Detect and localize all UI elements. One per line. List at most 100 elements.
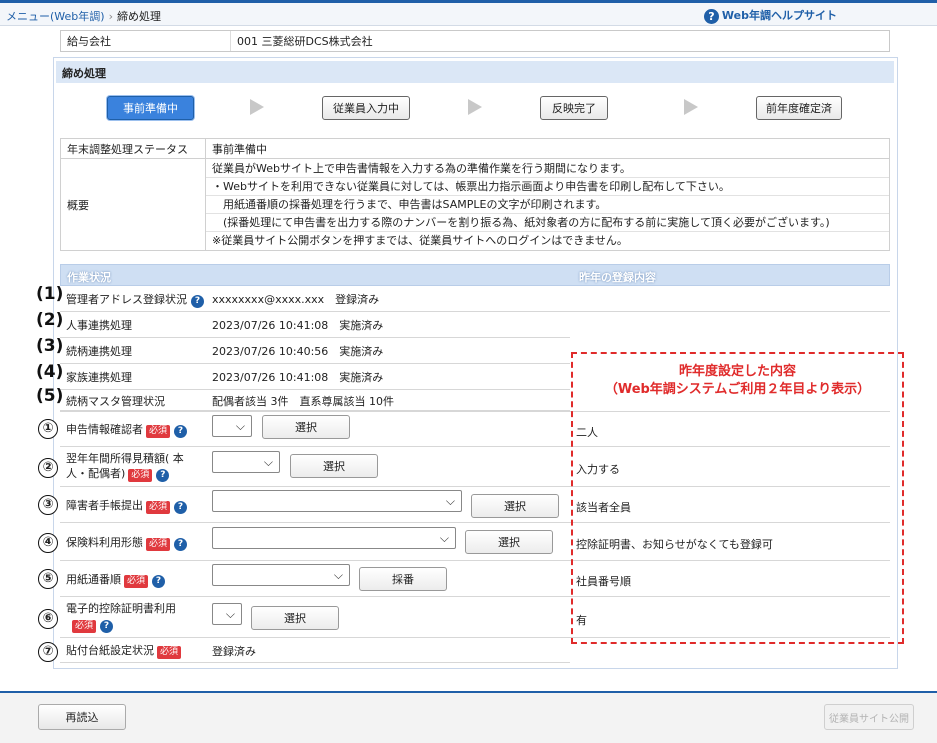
status-table: 年末調整処理ステータス 事前準備中 概要 従業員がWebサイト上で申告書情報を入… bbox=[60, 138, 890, 251]
row-number: (4) bbox=[36, 362, 64, 382]
required-badge: 必須 bbox=[128, 469, 153, 482]
company-value: 001 三菱総研DCS株式会社 bbox=[237, 35, 373, 48]
status-row: 家族連携処理 2023/07/26 10:41:08 実施済み bbox=[60, 365, 570, 390]
chevron-down-icon: ⌵ bbox=[439, 531, 449, 545]
step-preparing-button[interactable]: 事前準備中 bbox=[107, 96, 194, 120]
row-number: ① bbox=[38, 419, 58, 439]
step-reflected-button[interactable]: 反映完了 bbox=[540, 96, 608, 120]
disability-cert-select[interactable]: ⌵ bbox=[212, 490, 462, 512]
e-deduction-cert-select-button[interactable]: 選択 bbox=[251, 606, 339, 630]
work-status-title: 作業状況 bbox=[67, 271, 111, 284]
checker-select[interactable]: ⌵ bbox=[212, 415, 252, 437]
status-row-label: 家族連携処理 bbox=[66, 371, 132, 384]
required-badge: 必須 bbox=[124, 574, 149, 588]
chevron-down-icon: ⌵ bbox=[333, 568, 343, 582]
company-row: 給与会社 001 三菱総研DCS株式会社 bbox=[60, 30, 890, 52]
assign-number-button[interactable]: 採番 bbox=[359, 567, 447, 591]
row-number: ⑤ bbox=[38, 569, 58, 589]
chevron-down-icon: ⌵ bbox=[445, 494, 455, 508]
status-row-value: 2023/07/26 10:40:56 実施済み bbox=[212, 345, 384, 358]
work-status-header: 作業状況 昨年の登録内容 bbox=[60, 264, 890, 286]
breadcrumb-current: 締め処理 bbox=[116, 10, 161, 23]
row-number: ⑦ bbox=[38, 642, 58, 662]
breadcrumb-separator: › bbox=[108, 10, 113, 23]
row-number: ② bbox=[38, 458, 58, 478]
help-icon[interactable]: ? bbox=[174, 424, 188, 438]
prev-year-title: 昨年の登録内容 bbox=[579, 271, 656, 284]
callout-line-1: 昨年度設定した内容 bbox=[678, 364, 796, 379]
step-arrow-icon bbox=[250, 99, 264, 115]
insurance-usage-select[interactable]: ⌵ bbox=[212, 527, 456, 549]
step-arrow-icon bbox=[684, 99, 698, 115]
sheet-number-order-select[interactable]: ⌵ bbox=[212, 564, 350, 586]
overview-line: ※従業員サイト公開ボタンを押すまでは、従業員サイトへのログインはできません。 bbox=[212, 233, 628, 247]
help-icon[interactable]: ? bbox=[174, 537, 188, 551]
status-row: 管理者アドレス登録状況? xxxxxxxx@xxxx.xxx 登録済み bbox=[60, 287, 890, 312]
row-number: ④ bbox=[38, 533, 58, 553]
required-badge: 必須 bbox=[146, 537, 171, 551]
setting-row: 貼付台紙設定状況 必須 登録済み bbox=[60, 639, 570, 663]
help-icon[interactable]: ? bbox=[191, 294, 204, 308]
setting-label: 障害者手帳提出 bbox=[66, 498, 143, 512]
overview-line: ・Webサイトを利用できない従業員に対しては、帳票出力指示画面より申告書を印刷し… bbox=[206, 178, 889, 196]
overview-line: 用紙通番順の採番処理を行うまで、申告書はSAMPLEの文字が印刷されます。 bbox=[206, 196, 889, 214]
row-number: (5) bbox=[36, 386, 64, 406]
row-number: (1) bbox=[36, 284, 64, 304]
callout-line-2: （Web年調システムご利用２年目より表示） bbox=[604, 382, 871, 397]
chevron-down-icon: ⌵ bbox=[235, 419, 245, 433]
breadcrumb: メニュー(Web年調) › 締め処理 bbox=[6, 8, 161, 24]
status-row-value: xxxxxxxx@xxxx.xxx 登録済み bbox=[212, 293, 380, 306]
overview-cell: 従業員がWebサイト上で申告書情報を入力する為の準備作業を行う期間になります。 … bbox=[205, 158, 890, 251]
chevron-down-icon: ⌵ bbox=[225, 607, 235, 621]
help-site-link[interactable]: ? Web年調ヘルプサイト bbox=[703, 7, 837, 24]
status-row-value: 配偶者該当 3件 直系尊属該当 10件 bbox=[212, 394, 394, 408]
help-question-icon: ? bbox=[703, 8, 719, 24]
setting-label: 電子的控除証明書利用 bbox=[66, 602, 176, 615]
status-row-label: 続柄マスタ管理状況 bbox=[66, 394, 165, 408]
setting-label: 貼付台紙設定状況 bbox=[66, 644, 154, 657]
help-icon[interactable]: ? bbox=[174, 500, 188, 514]
required-badge: 必須 bbox=[146, 500, 171, 514]
required-badge: 必須 bbox=[157, 646, 182, 659]
breadcrumb-menu-link[interactable]: メニュー(Web年調) bbox=[6, 10, 105, 23]
e-deduction-cert-select[interactable]: ⌵ bbox=[212, 603, 242, 625]
status-label: 年末調整処理ステータス bbox=[60, 138, 206, 159]
row-number: (3) bbox=[36, 336, 64, 356]
checker-select-button[interactable]: 選択 bbox=[262, 415, 350, 439]
publish-employee-site-button[interactable]: 従業員サイト公開 bbox=[824, 704, 914, 730]
setting-label: 保険料利用形態 bbox=[66, 535, 143, 549]
step-prev-year-confirmed-button[interactable]: 前年度確定済 bbox=[756, 96, 842, 120]
disability-cert-select-button[interactable]: 選択 bbox=[471, 494, 559, 518]
company-label: 給与会社 bbox=[61, 31, 231, 51]
status-value: 事前準備中 bbox=[205, 138, 890, 159]
help-site-label: Web年調ヘルプサイト bbox=[721, 9, 837, 22]
required-badge: 必須 bbox=[72, 620, 97, 633]
step-arrow-icon bbox=[468, 99, 482, 115]
status-row-value: 2023/07/26 10:41:08 実施済み bbox=[212, 319, 384, 332]
row-number: ③ bbox=[38, 495, 58, 515]
status-row-label: 人事連携処理 bbox=[66, 319, 132, 332]
setting-label: 翌年年間所得見積額( 本 bbox=[66, 452, 184, 465]
status-row-value: 2023/07/26 10:41:08 実施済み bbox=[212, 371, 384, 384]
footer-bar bbox=[0, 693, 937, 743]
chevron-down-icon: ⌵ bbox=[263, 455, 273, 469]
income-estimate-select[interactable]: ⌵ bbox=[212, 451, 280, 473]
step-employee-input-button[interactable]: 従業員入力中 bbox=[322, 96, 410, 120]
overview-line: (採番処理にて申告書を出力する際のナンバーを割り振る為、紙対象者の方に配布する前… bbox=[206, 214, 889, 232]
section-title: 締め処理 bbox=[56, 61, 894, 83]
reload-button[interactable]: 再読込 bbox=[38, 704, 126, 730]
status-row: 人事連携処理 2023/07/26 10:41:08 実施済み bbox=[60, 313, 570, 338]
insurance-usage-select-button[interactable]: 選択 bbox=[465, 530, 553, 554]
help-icon[interactable]: ? bbox=[100, 620, 114, 633]
row-number: (2) bbox=[36, 310, 64, 330]
mount-sheet-status-value: 登録済み bbox=[212, 644, 256, 658]
overview-line: 従業員がWebサイト上で申告書情報を入力する為の準備作業を行う期間になります。 bbox=[206, 160, 889, 178]
setting-label: 用紙通番順 bbox=[66, 572, 121, 586]
help-icon[interactable]: ? bbox=[156, 469, 170, 482]
help-icon[interactable]: ? bbox=[152, 574, 166, 588]
status-row: 続柄マスタ管理状況 配偶者該当 3件 直系尊属該当 10件 bbox=[60, 391, 570, 411]
status-row: 続柄連携処理 2023/07/26 10:40:56 実施済み bbox=[60, 339, 570, 364]
status-row-label: 続柄連携処理 bbox=[66, 345, 132, 358]
required-badge: 必須 bbox=[146, 424, 171, 438]
income-estimate-select-button[interactable]: 選択 bbox=[290, 454, 378, 478]
